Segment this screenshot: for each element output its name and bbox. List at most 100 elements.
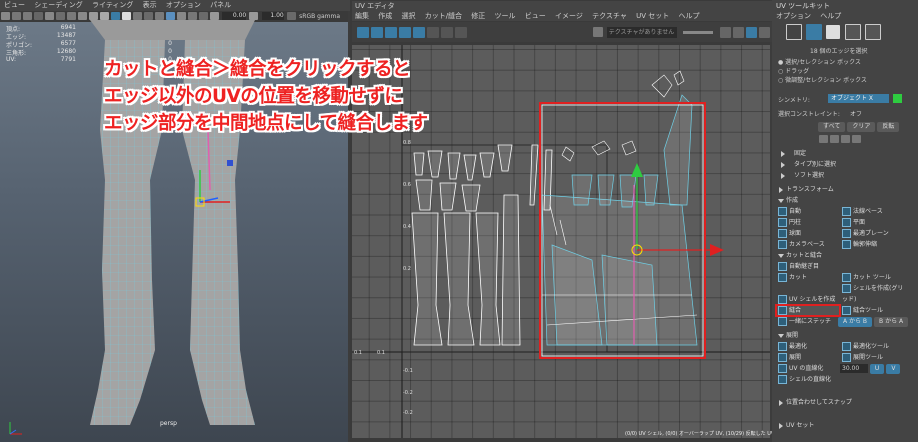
tool-sew[interactable]: 縫合 <box>775 304 841 317</box>
viewport-menu-show[interactable]: 表示 <box>143 1 157 9</box>
grow-icon[interactable] <box>830 135 839 143</box>
film-gate-icon[interactable] <box>56 12 65 20</box>
lights-icon[interactable] <box>122 12 131 20</box>
section-transform[interactable]: トランスフォーム <box>776 184 916 195</box>
color-space-label[interactable]: sRGB gamma <box>299 13 340 20</box>
options-icon[interactable] <box>746 26 758 38</box>
viewport-menu-shading[interactable]: シェーディング <box>34 1 83 9</box>
tool-optimize[interactable]: 最適化 <box>776 341 840 352</box>
section-unfold[interactable]: 展開 <box>776 330 916 341</box>
texture-icon[interactable] <box>593 27 604 37</box>
wireframe-on-shaded-icon[interactable] <box>111 12 120 20</box>
tool-straighten-uv[interactable]: UV の直線化 <box>776 363 840 374</box>
tool-optimize-tool[interactable]: 最適化ツール <box>840 341 904 352</box>
brightness-slider[interactable] <box>682 30 713 34</box>
uv-menu-modify[interactable]: 修正 <box>471 12 485 20</box>
tool-spherical[interactable]: 球面 <box>776 228 840 239</box>
uv-menu-tools[interactable]: ツール <box>495 12 516 20</box>
resolution-gate-icon[interactable] <box>67 12 76 20</box>
pixel-snap-icon[interactable] <box>455 26 467 38</box>
uv-menu-textures[interactable]: テクスチャ <box>592 12 627 20</box>
u-button[interactable]: U <box>869 364 885 374</box>
tool-planar[interactable]: 平面 <box>840 217 904 228</box>
constraint-dropdown[interactable]: オフ <box>850 109 862 118</box>
symmetry-toggle-icon[interactable] <box>893 94 902 103</box>
tool-stitch-together[interactable]: 一緒にステッチ <box>776 316 838 327</box>
tool-contour-stretch[interactable]: 輪郭伸縮 <box>840 239 904 250</box>
grid-icon[interactable] <box>45 12 54 20</box>
tool-best-plane[interactable]: 最適プレーン <box>840 228 904 239</box>
uv-view-icon[interactable] <box>357 26 369 38</box>
ambient-occlusion-icon[interactable] <box>144 12 153 20</box>
gamma-field[interactable]: 1.00 <box>261 12 284 20</box>
radio-select-box[interactable]: ● 選択/セレクション ボックス <box>778 58 867 67</box>
uv-menu-create[interactable]: 作成 <box>378 12 392 20</box>
stitch-a-to-b-button[interactable]: A から B <box>838 317 873 327</box>
uv-menu-view[interactable]: ビュー <box>525 12 546 20</box>
uv-menu-cut-sew[interactable]: カット/縫合 <box>425 12 462 20</box>
section-create[interactable]: 作成 <box>776 195 916 206</box>
tool-normal-based[interactable]: 法線ベース <box>840 206 904 217</box>
image-plane-icon[interactable] <box>34 12 43 20</box>
grid-toggle-icon[interactable] <box>427 26 439 38</box>
exposure-field[interactable]: 0.00 <box>222 12 247 20</box>
viewport-menu-lighting[interactable]: ライティング <box>92 1 133 9</box>
tool-auto-seams[interactable]: 自動継ぎ目 <box>776 261 904 272</box>
move-manipulator-u[interactable] <box>710 244 724 256</box>
exposure-icon[interactable] <box>210 12 219 20</box>
checker-icon[interactable] <box>371 26 383 38</box>
wireframe-icon[interactable] <box>78 12 87 20</box>
distortion-icon[interactable] <box>399 26 411 38</box>
stitch-b-to-a-button[interactable]: B から A <box>874 317 909 327</box>
refresh-icon[interactable] <box>759 26 771 38</box>
color-management-icon[interactable] <box>286 12 296 20</box>
tool-unfold-tool[interactable]: 展開ツール <box>840 352 904 363</box>
xray-icon[interactable] <box>177 12 186 20</box>
section-cut-sew[interactable]: カットと縫合 <box>776 250 916 261</box>
uv-menu-select[interactable]: 選択 <box>401 12 415 20</box>
shell-mode-icon[interactable] <box>864 24 881 40</box>
xray-joints-icon[interactable] <box>188 12 197 20</box>
tool-straighten-shell[interactable]: シェルの直線化 <box>776 374 904 385</box>
tool-create-shell-grid[interactable]: シェルを作成(グリッド) <box>840 283 904 303</box>
invert-button[interactable]: 反転 <box>877 122 900 132</box>
radio-drag[interactable]: ○ ドラッグ <box>778 67 867 76</box>
tool-sew-tool[interactable]: 縫合ツール <box>840 305 904 316</box>
ring-icon[interactable] <box>852 135 861 143</box>
loop-icon[interactable] <box>841 135 850 143</box>
gamma-icon[interactable] <box>249 12 259 20</box>
move-manipulator-v[interactable] <box>631 163 643 177</box>
shadows-icon[interactable] <box>133 12 142 20</box>
frame-icon[interactable] <box>733 26 745 38</box>
lock-icon[interactable] <box>12 12 21 20</box>
isolate-icon[interactable] <box>720 26 732 38</box>
backface-icon[interactable] <box>199 12 208 20</box>
symmetry-dropdown[interactable]: オブジェクト X <box>828 94 889 103</box>
bookmark-icon[interactable] <box>23 12 32 20</box>
tool-cylindrical[interactable]: 円柱 <box>776 217 840 228</box>
tool-camera-based[interactable]: カメラベース <box>776 239 840 250</box>
uv-menu-help[interactable]: ヘルプ <box>678 12 699 20</box>
smooth-shade-icon[interactable] <box>89 12 98 20</box>
section-uv-set[interactable]: UV セット <box>776 420 916 431</box>
shaded-icon[interactable] <box>385 26 397 38</box>
section-soft-select[interactable]: ソフト選択 <box>778 170 916 181</box>
vertex-mode-icon[interactable] <box>786 24 802 40</box>
uv-mode-icon[interactable] <box>844 24 861 40</box>
edge-mode-icon[interactable] <box>806 24 823 40</box>
border-icon[interactable] <box>413 26 425 38</box>
uv-menu-edit[interactable]: 編集 <box>355 12 369 20</box>
viewport-menu-view[interactable]: ビュー <box>4 1 25 9</box>
anti-alias-icon[interactable] <box>155 12 164 20</box>
radio-tweak-box[interactable]: ○ 微調整/セレクション ボックス <box>778 76 867 85</box>
v-button[interactable]: V <box>886 364 901 374</box>
texture-dropdown[interactable]: テクスチャがありません <box>606 26 677 38</box>
straighten-angle-field[interactable]: 30.00 <box>840 364 868 373</box>
tool-cut[interactable]: カット <box>776 272 840 283</box>
tool-unfold[interactable]: 展開 <box>776 352 840 363</box>
textured-icon[interactable] <box>100 12 109 20</box>
face-mode-icon[interactable] <box>826 25 841 39</box>
tool-create-shell[interactable]: UV シェルを作成 <box>776 294 840 305</box>
uvt-menu-options[interactable]: オプション <box>776 12 811 20</box>
section-arrange-snap[interactable]: 位置合わせしてスナップ <box>776 397 916 408</box>
